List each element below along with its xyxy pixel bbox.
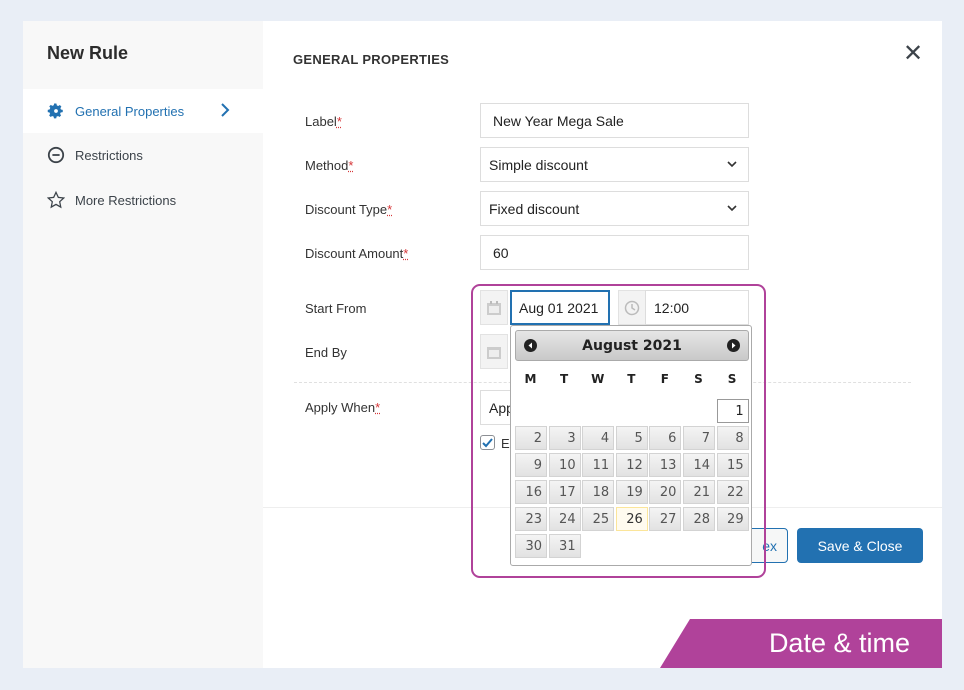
- sidebar: New Rule General Properties Restrictions…: [23, 21, 263, 668]
- day-cell[interactable]: 9: [515, 453, 547, 477]
- day-cell[interactable]: 13: [649, 453, 682, 477]
- day-cell[interactable]: 27: [649, 507, 682, 531]
- day-cell[interactable]: 17: [548, 480, 581, 504]
- weekday-header: S: [694, 372, 703, 386]
- weekday-header: M: [524, 372, 537, 386]
- method-label: Method*: [305, 158, 354, 173]
- datepicker: August 2021 MTWTFSS 1 2 3 4 5 6 7 8 9 10 11 12 13 14 1…: [510, 325, 752, 566]
- day-cell[interactable]: 25: [582, 507, 615, 531]
- method-select[interactable]: Simple discount: [480, 147, 749, 182]
- discount-amount-label: Discount Amount*: [305, 246, 409, 261]
- day-cell[interactable]: 11: [582, 453, 615, 477]
- sidebar-item-more-restrictions[interactable]: More Restrictions: [23, 178, 263, 222]
- day-cell[interactable]: 22: [716, 480, 749, 504]
- day-cell[interactable]: 30: [515, 534, 547, 558]
- day-cell[interactable]: 31: [548, 534, 581, 558]
- gear-icon: [47, 103, 63, 119]
- save-close-button[interactable]: Save & Close: [797, 528, 923, 563]
- day-cell[interactable]: 3: [548, 426, 581, 450]
- weekday-header: T: [627, 372, 636, 386]
- day-cell[interactable]: 4: [582, 426, 615, 450]
- chevron-down-icon: [727, 161, 737, 168]
- day-cell[interactable]: 28: [683, 507, 715, 531]
- chevron-down-icon: [727, 205, 737, 212]
- weekday-header: W: [591, 372, 605, 386]
- sidebar-item-restrictions[interactable]: Restrictions: [23, 133, 263, 177]
- discount-type-label: Discount Type*: [305, 202, 393, 217]
- day-cell[interactable]: 1: [716, 399, 749, 423]
- day-cell[interactable]: 15: [716, 453, 749, 477]
- weekday-header: S: [727, 372, 737, 386]
- chevron-right-icon: [221, 103, 230, 117]
- day-cell[interactable]: 8: [716, 426, 749, 450]
- day-cell[interactable]: 19: [615, 480, 648, 504]
- day-cell[interactable]: 21: [683, 480, 715, 504]
- sidebar-item-general-properties[interactable]: General Properties: [23, 89, 263, 133]
- weekday-header: T: [560, 372, 569, 386]
- day-cell[interactable]: 7: [683, 426, 715, 450]
- day-cell[interactable]: 18: [582, 480, 615, 504]
- day-cell[interactable]: 6: [649, 426, 682, 450]
- weekday-header: F: [660, 372, 669, 386]
- close-icon[interactable]: ✕: [903, 39, 923, 68]
- feature-banner: Date & time: [660, 619, 942, 668]
- day-cell[interactable]: 23: [515, 507, 547, 531]
- star-icon: [47, 191, 65, 209]
- label-input[interactable]: New Year Mega Sale: [480, 103, 749, 138]
- sidebar-item-label: General Properties: [75, 103, 185, 119]
- minus-circle-icon: [47, 146, 65, 164]
- day-cell[interactable]: 29: [716, 507, 749, 531]
- day-cell[interactable]: 26: [615, 507, 648, 531]
- day-cell[interactable]: 2: [515, 426, 547, 450]
- day-cell[interactable]: 16: [515, 480, 547, 504]
- apply-when-label: Apply When*: [305, 400, 381, 415]
- day-cell[interactable]: 14: [683, 453, 715, 477]
- prev-month-icon[interactable]: [524, 339, 537, 352]
- label-field-label: Label*: [305, 114, 342, 129]
- day-cell[interactable]: 20: [649, 480, 682, 504]
- datepicker-header: August 2021: [515, 330, 749, 361]
- month-label: August 2021: [582, 337, 682, 354]
- sidebar-item-label: More Restrictions: [75, 192, 177, 208]
- section-title: GENERAL PROPERTIES: [293, 52, 450, 67]
- day-cell[interactable]: 12: [615, 453, 648, 477]
- discount-amount-input[interactable]: 60: [480, 235, 749, 270]
- day-cell[interactable]: 5: [615, 426, 648, 450]
- new-rule-modal: New Rule General Properties Restrictions…: [23, 21, 942, 668]
- sidebar-item-label: Restrictions: [75, 147, 143, 163]
- modal-title: New Rule: [47, 43, 129, 63]
- discount-type-select[interactable]: Fixed discount: [480, 191, 749, 226]
- end-by-label: End By: [305, 345, 347, 360]
- day-cell[interactable]: 10: [548, 453, 581, 477]
- next-month-icon[interactable]: [727, 339, 740, 352]
- day-cell[interactable]: 24: [548, 507, 581, 531]
- start-from-label: Start From: [305, 301, 367, 316]
